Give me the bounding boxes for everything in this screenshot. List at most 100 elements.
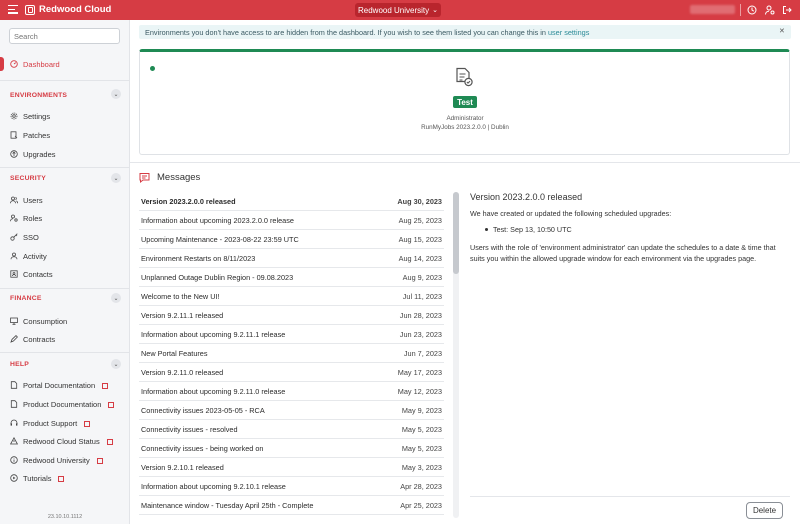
message-row[interactable]: Information about upcoming 9.2.11.0 rele… <box>139 382 444 401</box>
message-row[interactable]: New Portal Features Jun 7, 2023 <box>139 344 444 363</box>
environment-selector-label: Redwood University <box>357 5 430 15</box>
gear-icon <box>10 112 18 120</box>
message-title: Connectivity issues 2023-05-05 - RCA <box>141 405 265 415</box>
key-icon <box>10 233 18 241</box>
message-list: Version 2023.2.0.0 released Aug 30, 2023 I… <box>139 192 444 515</box>
sidebar-item-tutorials[interactable]: Tutorials <box>10 471 65 485</box>
sidebar-item-settings[interactable]: Settings <box>10 109 50 123</box>
user-settings-icon[interactable] <box>764 4 776 16</box>
sidebar-item-patches[interactable]: Patches <box>10 128 50 142</box>
chevron-down-icon[interactable]: ⌄ <box>111 359 121 369</box>
message-row[interactable]: Upcoming Maintenance - 2023-08-22 23:59 … <box>139 230 444 249</box>
patches-icon <box>10 131 18 139</box>
message-title: Version 9.2.11.1 released <box>141 310 224 320</box>
brand-name: Redwood Cloud <box>39 4 112 15</box>
sidebar-item-users[interactable]: Users <box>10 193 43 207</box>
divider <box>740 4 741 16</box>
sidebar-item-redwood-university[interactable]: Redwood University <box>10 453 103 467</box>
environment-selector[interactable]: Redwood University ⌄ <box>355 3 441 17</box>
external-link-icon <box>108 402 115 408</box>
chevron-down-icon[interactable]: ⌄ <box>111 89 121 99</box>
top-bar: Redwood Cloud Redwood University ⌄ <box>0 0 800 20</box>
user-name[interactable] <box>690 5 735 14</box>
monitor-icon <box>10 317 18 325</box>
sidebar-item-portal-documentation[interactable]: Portal Documentation <box>10 378 109 392</box>
headset-icon <box>10 419 18 427</box>
message-row[interactable]: Version 9.2.11.0 released May 17, 2023 <box>139 363 444 382</box>
dashboard-icon <box>10 60 18 68</box>
sidebar-item-label: Product Documentation <box>23 399 102 409</box>
message-row[interactable]: Welcome to the New UI! Jul 11, 2023 <box>139 287 444 306</box>
sidebar-item-dashboard[interactable]: Dashboard <box>10 57 60 71</box>
message-row[interactable]: Information about upcoming 9.2.10.1 rele… <box>139 477 444 496</box>
external-link-icon <box>58 476 65 482</box>
message-title: Information about upcoming 2023.2.0.0 re… <box>141 215 294 225</box>
sidebar-item-contracts[interactable]: Contracts <box>10 332 55 346</box>
sidebar-item-label: Portal Documentation <box>23 380 96 390</box>
warning-icon <box>10 437 18 445</box>
chevron-down-icon[interactable]: ⌄ <box>111 173 121 183</box>
message-date: Apr 28, 2023 <box>400 481 442 491</box>
pen-icon <box>10 335 18 343</box>
section-title-security: SECURITY <box>10 175 46 182</box>
message-row[interactable]: Connectivity issues - resolved May 5, 202… <box>139 420 444 439</box>
environment-badge: Test <box>453 96 477 108</box>
sidebar-item-sso[interactable]: SSO <box>10 230 39 244</box>
message-row[interactable]: Information about upcoming 9.2.11.1 rele… <box>139 325 444 344</box>
sidebar-item-redwood-cloud-status[interactable]: Redwood Cloud Status <box>10 434 113 448</box>
external-link-icon <box>102 383 109 389</box>
banner-text: Environments you don't have access to ar… <box>145 28 546 37</box>
sidebar-item-label: Settings <box>23 111 51 121</box>
message-date: Apr 25, 2023 <box>400 500 442 510</box>
message-row[interactable]: Version 2023.2.0.0 released Aug 30, 2023 <box>139 192 444 211</box>
message-row[interactable]: Maintenance window - Tuesday April 25th … <box>139 496 444 515</box>
divider <box>130 162 800 163</box>
brand[interactable]: Redwood Cloud <box>25 4 111 15</box>
message-row[interactable]: Version 9.2.11.1 released Jun 28, 2023 <box>139 306 444 325</box>
environment-meta: RunMyJobs 2023.2.0.0 | Dublin <box>421 124 509 131</box>
document-icon <box>10 400 18 408</box>
logout-icon[interactable] <box>781 4 793 16</box>
message-title: Connectivity issues - resolved <box>141 424 238 434</box>
sidebar-item-label: Redwood University <box>23 455 90 465</box>
sidebar-item-activity[interactable]: Activity <box>10 249 47 263</box>
message-date: May 17, 2023 <box>397 367 442 377</box>
message-date: Aug 15, 2023 <box>398 234 442 244</box>
message-row[interactable]: Connectivity issues - being worked on May… <box>139 439 444 458</box>
document-check-icon <box>454 67 474 87</box>
clock-icon[interactable] <box>746 4 758 16</box>
app-version: 23.10.10.1112 <box>47 514 83 520</box>
message-row[interactable]: Environment Restarts on 8/11/2023 Aug 14,… <box>139 249 444 268</box>
info-banner: Environments you don't have access to ar… <box>139 25 791 39</box>
message-detail-title: Version 2023.2.0.0 released <box>470 192 583 202</box>
chevron-down-icon[interactable]: ⌄ <box>111 293 121 303</box>
message-icon <box>139 172 150 184</box>
document-icon <box>10 381 18 389</box>
message-row[interactable]: Version 9.2.10.1 released May 3, 2023 <box>139 458 444 477</box>
sidebar-item-product-documentation[interactable]: Product Documentation <box>10 397 115 411</box>
sidebar-item-upgrades[interactable]: Upgrades <box>10 147 56 161</box>
sidebar-item-label: Upgrades <box>23 149 56 159</box>
message-row[interactable]: Information about upcoming 2023.2.0.0 re… <box>139 211 444 230</box>
user-settings-link[interactable]: user settings <box>548 28 589 37</box>
divider <box>470 496 790 497</box>
sidebar-item-product-support[interactable]: Product Support <box>10 416 91 430</box>
scrollbar-thumb[interactable] <box>453 192 459 274</box>
message-row[interactable]: Unplanned Outage Dublin Region - 09.08.2… <box>139 268 444 287</box>
close-icon[interactable]: ✕ <box>779 27 785 35</box>
sidebar-item-label: Contacts <box>23 269 53 279</box>
message-date: Jun 28, 2023 <box>399 310 442 320</box>
section-title-environments: ENVIRONMENTS <box>10 92 68 99</box>
message-date: Aug 30, 2023 <box>397 196 442 206</box>
sidebar-item-label: Product Support <box>23 418 78 428</box>
message-row[interactable]: Connectivity issues 2023-05-05 - RCA May … <box>139 401 444 420</box>
sidebar-item-roles[interactable]: Roles <box>10 211 42 225</box>
message-date: May 3, 2023 <box>401 462 442 472</box>
sidebar-item-contacts[interactable]: Contacts <box>10 267 53 281</box>
sidebar-item-consumption[interactable]: Consumption <box>10 314 67 328</box>
menu-icon[interactable] <box>8 5 18 15</box>
search-input[interactable] <box>9 28 120 44</box>
divider <box>0 352 130 353</box>
message-title: Information about upcoming 9.2.11.0 rele… <box>141 386 286 396</box>
delete-button[interactable]: Delete <box>746 502 783 519</box>
